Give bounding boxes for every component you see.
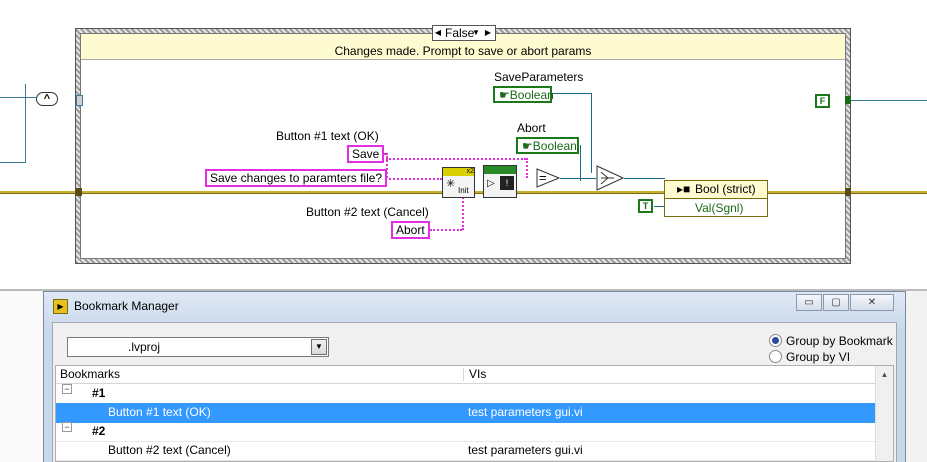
save-parameters-label: SaveParameters (494, 70, 584, 84)
button-1-label: Button #1 text (OK) (276, 129, 379, 143)
column-separator[interactable] (463, 368, 464, 381)
unbundle-row-bool: ▸■ Bool (strict) (665, 181, 767, 199)
case-selector-prev-icon[interactable]: ◀ (433, 26, 443, 40)
diagram-shadow-left (0, 291, 43, 462)
collapse-icon[interactable]: − (62, 422, 72, 432)
diagram-shadow-right (906, 291, 927, 462)
variant-to-data-node[interactable]: ▸■ Bool (strict) Val(Sgnl) (664, 180, 768, 217)
play-icon: ▷ (487, 178, 495, 189)
group-by-bookmark-radio[interactable]: Group by Bookmark (769, 334, 893, 348)
bookmark-vi: test parameters gui.vi (468, 405, 583, 419)
dialog-icon: ! (500, 176, 514, 190)
ref-wire-left (0, 97, 36, 98)
project-select[interactable]: .lvproj ▼ (67, 337, 329, 357)
radio-selected-icon[interactable] (769, 334, 782, 347)
select-icon (596, 165, 625, 191)
bookmarks-tree[interactable]: Bookmarks VIs − #1 Button #1 text (OK) t… (55, 365, 894, 462)
close-button[interactable]: ✕ (850, 294, 894, 311)
false-constant[interactable]: F (815, 94, 830, 108)
local-variable-icon: ☛ (522, 139, 533, 153)
equal-node[interactable]: = (536, 168, 561, 188)
bookmark-group-label: #2 (92, 424, 106, 438)
project-select-value: .lvproj (128, 340, 161, 354)
case-selector[interactable]: ◀ False ▼ ▶ (432, 25, 496, 41)
group-by-vi-radio[interactable]: Group by VI (769, 350, 850, 364)
bool-wire-abort (580, 145, 581, 181)
true-constant[interactable]: T (638, 199, 653, 213)
bool-wire-right (851, 100, 927, 101)
bool-wire-saveparams-vert (591, 93, 592, 173)
error-cluster-wire-left (0, 191, 77, 194)
dialog-badge: x2 (443, 168, 474, 176)
chevron-down-icon[interactable]: ▼ (311, 339, 327, 355)
save-parameters-type: Boolean (509, 88, 554, 102)
abort-label: Abort (517, 121, 546, 135)
window-title: Bookmark Manager (74, 299, 179, 313)
tree-row-group-1[interactable]: − #1 (56, 384, 878, 404)
bool-wire-select-out (623, 178, 665, 179)
bookmark-vi: test parameters gui.vi (468, 443, 583, 457)
group-by-vi-label: Group by VI (786, 350, 851, 364)
tunnel-error-right[interactable] (845, 188, 851, 196)
ref-wire-left-vertical (25, 84, 26, 163)
tree-row-bookmark-2[interactable]: Button #2 text (Cancel) test parameters … (56, 441, 878, 461)
string-wire-abort (430, 229, 462, 231)
case-selector-value: False (445, 26, 475, 40)
column-bookmarks[interactable]: Bookmarks (60, 366, 120, 383)
save-parameters-local[interactable]: ☛Boolean (493, 86, 554, 103)
bool-wire-eq (560, 178, 596, 179)
button-2-string-constant[interactable]: Abort (391, 221, 430, 239)
bool-wire-saveparams (551, 93, 592, 94)
tunnel-error-left[interactable] (76, 188, 82, 196)
dialog-invoke-header (484, 166, 516, 174)
error-cluster-wire-right (851, 191, 927, 194)
bool-wire-true (654, 206, 664, 207)
case-selector-next-icon[interactable]: ▶ (483, 26, 493, 40)
abort-local[interactable]: ☛Boolean (516, 137, 579, 154)
ref-wire-left-low (0, 162, 25, 163)
tree-row-bookmark-1[interactable]: Button #1 text (OK) test parameters gui.… (56, 403, 878, 423)
radio-unselected-icon[interactable] (769, 350, 782, 363)
string-wire-top-loop-right (526, 158, 528, 178)
button-2-label: Button #2 text (Cancel) (306, 205, 429, 219)
init-spark-icon: ✳ (446, 178, 456, 190)
equal-node-symbol: = (539, 170, 547, 185)
message-string-constant[interactable]: Save changes to paramters file? (205, 169, 388, 187)
maximize-button[interactable]: ▢ (823, 294, 849, 311)
tree-row-group-2[interactable]: − #2 (56, 422, 878, 442)
bookmark-label: Button #2 text (Cancel) (108, 443, 231, 457)
bookmark-group-label: #1 (92, 386, 106, 400)
case-selector-dropdown-icon[interactable]: ▼ (471, 26, 481, 40)
block-diagram[interactable]: Changes made. Prompt to save or abort pa… (0, 0, 927, 290)
group-by-bookmark-label: Group by Bookmark (786, 334, 893, 348)
button-1-string-constant[interactable]: Save (347, 145, 385, 163)
bool-row-label: Bool (strict) (695, 182, 756, 196)
bookmark-label: Button #1 text (OK) (108, 405, 211, 419)
scroll-up-icon[interactable]: ▲ (876, 366, 893, 383)
init-label: Init (458, 186, 469, 195)
collapse-icon[interactable]: − (62, 384, 72, 394)
abort-type: Boolean (532, 139, 577, 153)
string-wire-message (378, 178, 442, 180)
string-wire-top-loop (386, 158, 526, 160)
title-bar[interactable]: ▶ Bookmark Manager ▭ ▢ ✕ (44, 292, 905, 320)
val-sgnl-row: Val(Sgnl) (695, 201, 744, 215)
window-client-area: .lvproj ▼ Group by Bookmark Group by VI … (52, 322, 897, 462)
and-node-symbol: ^ (43, 93, 51, 105)
tunnel-right[interactable] (845, 96, 851, 104)
dialog-invoke-node[interactable]: ▷ ! (483, 165, 517, 198)
column-vis[interactable]: VIs (469, 366, 486, 383)
tunnel-left[interactable] (76, 95, 83, 106)
minimize-button[interactable]: ▭ (796, 294, 822, 311)
and-node[interactable]: ^ (36, 92, 58, 106)
labview-app-icon: ▶ (53, 299, 68, 314)
select-node[interactable] (596, 165, 625, 191)
tree-header: Bookmarks VIs (56, 366, 878, 384)
dialog-badge-text: x2 (466, 168, 474, 175)
vertical-scrollbar[interactable]: ▲ (875, 366, 893, 461)
bookmark-manager-window[interactable]: ▶ Bookmark Manager ▭ ▢ ✕ .lvproj ▼ Group… (43, 291, 906, 462)
local-variable-icon: ☛ (499, 88, 510, 102)
bool-row-icon: ▸■ (677, 182, 691, 196)
two-button-dialog-node[interactable]: x2 ✳ Init (442, 167, 475, 198)
